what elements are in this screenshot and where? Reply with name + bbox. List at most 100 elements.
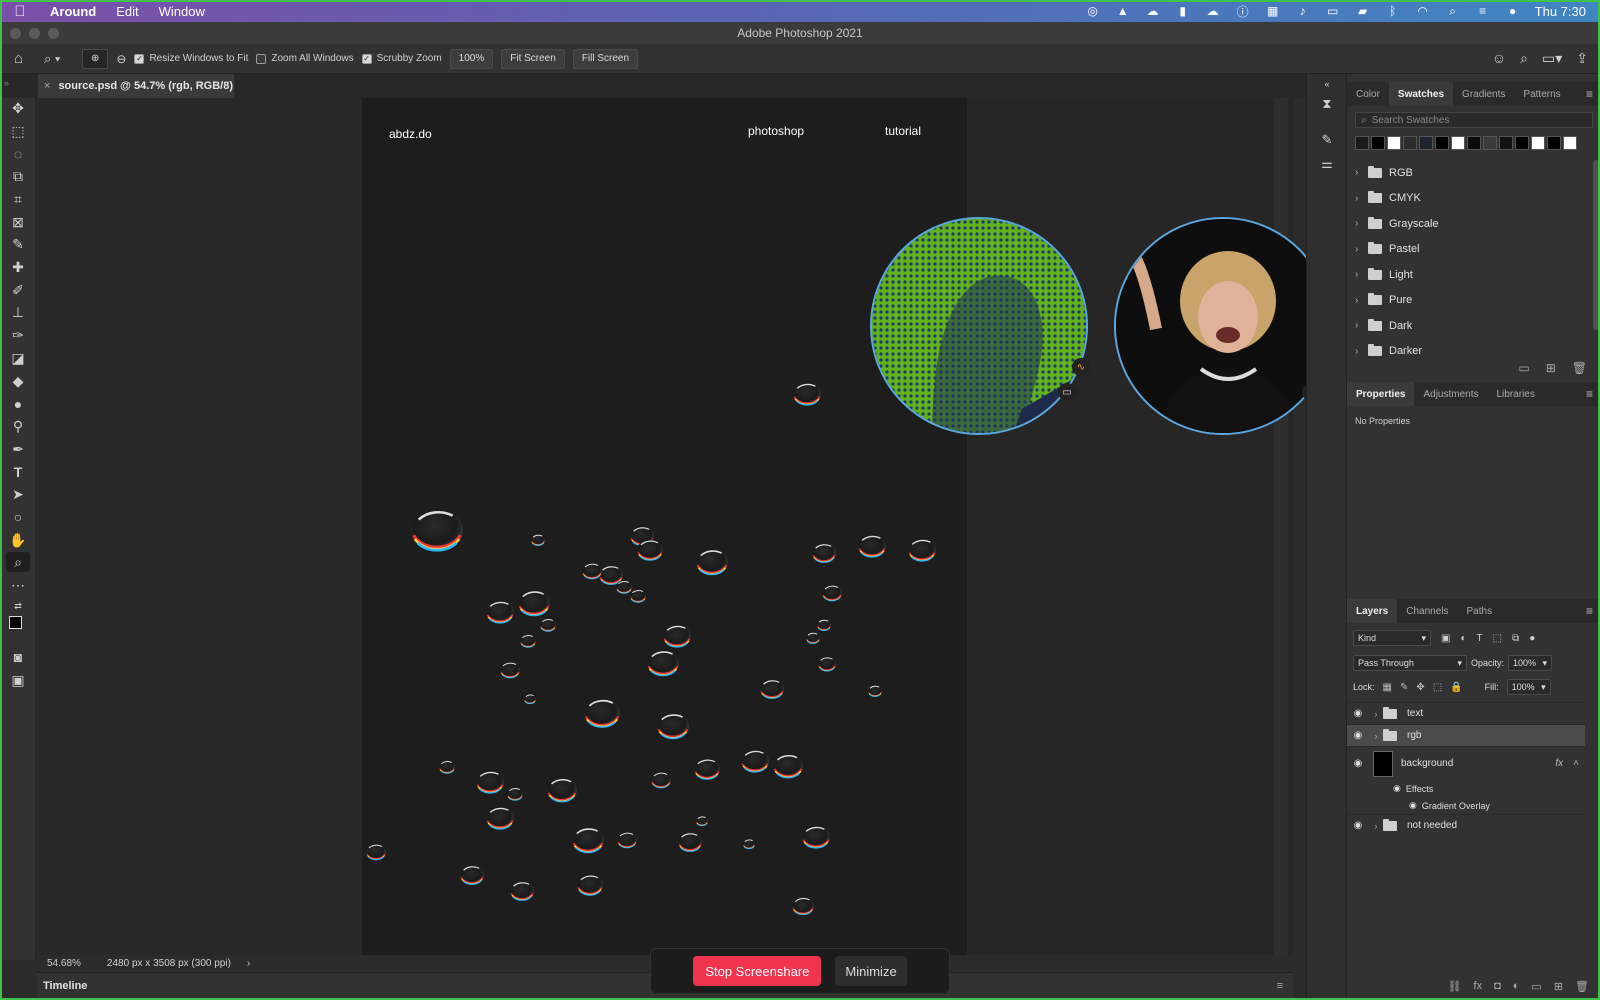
expand-chevron-icon[interactable]: ›: [1355, 193, 1361, 204]
menu-window[interactable]: Window: [149, 4, 215, 19]
swatches-menu-icon[interactable]: ≡: [1586, 82, 1600, 106]
audio-icon[interactable]: ▮: [1175, 4, 1191, 18]
brush-settings-icon[interactable]: ✎: [1316, 130, 1338, 150]
stop-screenshare-button[interactable]: Stop Screenshare: [693, 956, 822, 986]
healing-brush-tool-icon[interactable]: ✚: [6, 257, 30, 277]
history-brush-tool-icon[interactable]: ✑: [6, 325, 30, 345]
brush-tool-icon[interactable]: ✐: [6, 280, 30, 300]
wifi-icon[interactable]: ◠: [1415, 4, 1431, 18]
layers-menu-icon[interactable]: ≡: [1586, 599, 1600, 623]
swatches-scrollbar[interactable]: [1593, 160, 1599, 330]
window-manager-icon[interactable]: ▦: [1265, 4, 1281, 18]
filter-type-icon[interactable]: T: [1477, 633, 1483, 644]
canvas-vertical-scrollbar[interactable]: [1274, 98, 1288, 955]
expand-chevron-icon[interactable]: ›: [1355, 167, 1361, 178]
swatch-folder-row[interactable]: › Dark: [1347, 313, 1593, 339]
color-swatch[interactable]: [1435, 136, 1449, 150]
volume-icon[interactable]: ♪: [1295, 4, 1311, 18]
minimize-button[interactable]: Minimize: [835, 956, 907, 986]
participant-video-2[interactable]: [1114, 217, 1332, 435]
lock-image-icon[interactable]: ✎: [1400, 682, 1408, 693]
visibility-eye-icon[interactable]: ◉: [1347, 730, 1369, 741]
expand-chevron-icon[interactable]: ›: [1355, 295, 1361, 306]
adjust-sliders-icon[interactable]: ⚌: [1316, 154, 1338, 174]
visibility-eye-icon[interactable]: ◉: [1347, 708, 1369, 719]
zoom-percent-field[interactable]: 100%: [449, 48, 494, 69]
expand-chevron-icon[interactable]: ›: [1369, 821, 1383, 831]
tab-channels[interactable]: Channels: [1397, 599, 1457, 623]
expand-chevron-icon[interactable]: ›: [1369, 731, 1383, 741]
canvas-area[interactable]: abdz.do photoshop tutorial: [37, 98, 1293, 955]
menu-edit[interactable]: Edit: [106, 4, 148, 19]
path-select-tool-icon[interactable]: ➤: [6, 484, 30, 504]
tab-adjustments[interactable]: Adjustments: [1414, 382, 1487, 406]
marquee-tool-icon[interactable]: ⬚: [6, 121, 30, 141]
resize-windows-checkbox[interactable]: ✓ Resize Windows to Fit: [134, 53, 248, 64]
fill-field[interactable]: 100% ▾: [1506, 679, 1551, 695]
eyedropper-tool-icon[interactable]: ✎: [6, 234, 30, 254]
object-select-tool-icon[interactable]: ⧉: [6, 166, 30, 186]
expand-chevron-icon[interactable]: ›: [1369, 709, 1383, 719]
new-group-icon[interactable]: ▭: [1518, 361, 1529, 375]
color-swatch[interactable]: [1403, 136, 1417, 150]
lock-position-icon[interactable]: ✥: [1416, 682, 1424, 693]
export-icon[interactable]: ⇪: [1576, 50, 1588, 67]
bluetooth-icon[interactable]: ᛒ: [1385, 4, 1401, 18]
color-swatch[interactable]: [1419, 136, 1433, 150]
layer-row[interactable]: ◉ › text: [1347, 702, 1585, 724]
layer-style-icon[interactable]: fx: [1474, 980, 1483, 992]
filter-toggle-icon[interactable]: ●: [1529, 633, 1535, 644]
close-window-button[interactable]: [10, 28, 21, 39]
visibility-eye-icon[interactable]: ◉: [1409, 800, 1417, 811]
close-document-icon[interactable]: ×: [44, 80, 50, 92]
creative-cloud-icon[interactable]: ☁: [1205, 4, 1221, 18]
hand-tool-icon[interactable]: ✋: [6, 530, 30, 550]
effects-row[interactable]: ◉ Effects: [1347, 780, 1585, 797]
fill-screen-button[interactable]: Fill Screen: [572, 48, 639, 69]
tab-gradients[interactable]: Gradients: [1453, 82, 1514, 106]
document-canvas[interactable]: abdz.do photoshop tutorial: [362, 98, 967, 955]
tab-swatches[interactable]: Swatches: [1388, 82, 1454, 106]
color-swatch[interactable]: [1531, 136, 1545, 150]
effect-row[interactable]: ◉ Gradient Overlay: [1347, 797, 1585, 814]
swatch-folder-row[interactable]: › Light: [1347, 262, 1593, 288]
filter-kind-select[interactable]: Kind ▾: [1353, 630, 1431, 646]
pen-tool-icon[interactable]: ✒: [6, 439, 30, 459]
expand-chevron-icon[interactable]: ›: [1355, 320, 1361, 331]
control-center-icon[interactable]: ≡: [1475, 4, 1491, 18]
type-tool-icon[interactable]: T: [6, 462, 30, 482]
swatch-folder-row[interactable]: › Grayscale: [1347, 211, 1593, 237]
timeline-menu-icon[interactable]: ≡: [1277, 980, 1283, 992]
screen-share-icon[interactable]: ▭: [1058, 383, 1076, 401]
zoom-tool-preset-icon[interactable]: ⌕ ▾: [44, 51, 74, 67]
expand-chevron-icon[interactable]: ›: [1355, 269, 1361, 280]
opacity-field[interactable]: 100% ▾: [1508, 655, 1553, 671]
tab-libraries[interactable]: Libraries: [1488, 382, 1544, 406]
expand-chevron-icon[interactable]: ›: [1355, 346, 1361, 357]
frame-tool-icon[interactable]: ⊠: [6, 212, 30, 232]
properties-menu-icon[interactable]: ≡: [1586, 382, 1600, 406]
stamp-tool-icon[interactable]: ⊥: [6, 302, 30, 322]
dodge-tool-icon[interactable]: ⚲: [6, 416, 30, 436]
expand-chevron-icon[interactable]: ›: [1355, 244, 1361, 255]
new-layer-icon[interactable]: ⊞: [1554, 980, 1563, 993]
collapse-effects-icon[interactable]: ˄: [1573, 758, 1579, 769]
color-swatch[interactable]: [1483, 136, 1497, 150]
color-swatch[interactable]: [1451, 136, 1465, 150]
adjustment-layer-icon[interactable]: ◐: [1513, 980, 1520, 992]
swatch-folder-row[interactable]: › Pastel: [1347, 237, 1593, 263]
status-menu-arrow-icon[interactable]: ›: [247, 958, 250, 969]
lock-artboard-icon[interactable]: ⬚: [1433, 682, 1442, 693]
color-swatch[interactable]: [1355, 136, 1369, 150]
tab-properties[interactable]: Properties: [1347, 382, 1415, 406]
color-swatch[interactable]: [1499, 136, 1513, 150]
delete-layer-icon[interactable]: 🗑: [1575, 980, 1589, 993]
paint-bucket-tool-icon[interactable]: ◆: [6, 371, 30, 391]
zoom-out-icon[interactable]: ⊖: [116, 52, 126, 66]
status-zoom[interactable]: 54.68%: [47, 958, 81, 969]
blur-tool-icon[interactable]: ●: [6, 394, 30, 414]
foreground-color-swatch[interactable]: [9, 616, 22, 629]
home-icon[interactable]: ⌂: [14, 50, 36, 67]
menu-app[interactable]: Around: [40, 4, 106, 19]
layer-row[interactable]: ◉ background fx ˄: [1347, 746, 1585, 780]
